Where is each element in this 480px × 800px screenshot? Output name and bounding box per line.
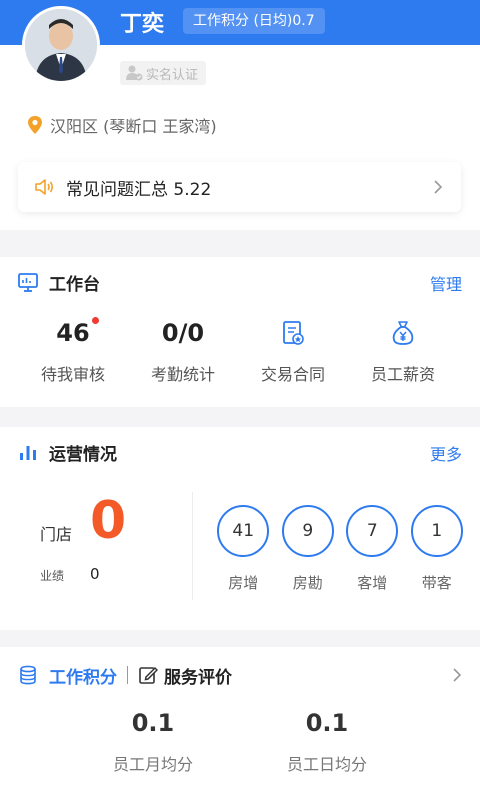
stat-value: 41	[217, 505, 270, 557]
workbench-item-salary[interactable]: 员工薪资	[348, 317, 458, 385]
store-value[interactable]: 0	[90, 491, 126, 551]
stat-house-added[interactable]: 41 房增	[211, 505, 276, 593]
profile-header: 丁奕 工作积分 (日均)0.7 实名认证 汉阳区 (琴断口 王家湾) 常见问题汇…	[0, 0, 480, 230]
stat-label: 房勘	[292, 574, 323, 592]
location-text: 汉阳区 (琴断口 王家湾)	[50, 117, 217, 136]
location-pin-icon	[28, 116, 42, 134]
score-monthly-avg[interactable]: 0.1 员工月均分	[68, 709, 238, 775]
more-link[interactable]: 更多	[430, 441, 462, 465]
tab-service-review[interactable]: 服务评价	[164, 663, 232, 688]
stat-label: 带客	[421, 574, 452, 592]
chevron-right-icon	[434, 180, 443, 194]
operations-stats: 41 房增 9 房勘 7 客增 1 带客	[211, 505, 469, 593]
database-icon	[20, 665, 36, 685]
workbench-items: 46 待我审核 0/0 考勤统计 交易合同 员工薪资	[0, 317, 480, 385]
user-verify-icon	[126, 65, 143, 81]
stat-house-survey[interactable]: 9 房勘	[276, 505, 341, 593]
chevron-right-icon[interactable]	[452, 667, 462, 683]
stat-client-added[interactable]: 7 客增	[340, 505, 405, 593]
stat-client-viewing[interactable]: 1 带客	[405, 505, 470, 593]
faq-text: 常见问题汇总 5.22	[66, 179, 212, 200]
operations-section: 运营情况 更多 门店 0 业绩 0 41 房增 9 房勘 7 客增 1 带客	[0, 427, 480, 630]
salary-label: 员工薪资	[370, 365, 435, 384]
score-tabs: 工作积分 服务评价	[0, 647, 480, 703]
store-label: 门店	[40, 525, 73, 544]
workbench-section: 工作台 管理 46 待我审核 0/0 考勤统计 交易合同 员工薪资	[0, 257, 480, 407]
edit-icon	[139, 666, 158, 684]
user-name: 丁奕	[120, 12, 165, 37]
score-label: 员工月均分	[112, 755, 193, 774]
score-daily-avg[interactable]: 0.1 员工日均分	[242, 709, 412, 775]
attendance-label: 考勤统计	[150, 365, 215, 384]
workbench-header: 工作台	[0, 257, 480, 307]
stat-value: 9	[281, 505, 334, 557]
performance-label: 业绩	[40, 569, 65, 583]
monitor-icon	[18, 273, 38, 292]
score-label: 员工日均分	[286, 755, 367, 774]
notification-badge	[92, 317, 99, 324]
score-value: 0.1	[305, 709, 349, 737]
workbench-item-attendance[interactable]: 0/0 考勤统计	[128, 317, 238, 385]
faq-card[interactable]: 常见问题汇总 5.22	[18, 162, 461, 212]
pending-review-count: 46	[56, 319, 90, 347]
pending-review-label: 待我审核	[40, 365, 105, 384]
score-value: 0.1	[131, 709, 175, 737]
workbench-title: 工作台	[49, 274, 100, 295]
speaker-icon	[35, 179, 54, 195]
stat-label: 客增	[357, 574, 388, 592]
operations-header: 运营情况	[0, 427, 480, 477]
performance-value: 0	[90, 565, 100, 583]
operations-title: 运营情况	[49, 444, 117, 465]
verify-badge[interactable]: 实名认证	[120, 61, 207, 85]
stat-value: 1	[410, 505, 463, 557]
stat-label: 房增	[228, 574, 259, 592]
stat-value: 7	[346, 505, 399, 557]
workbench-item-pending-review[interactable]: 46 待我审核	[18, 317, 128, 385]
daily-score-pill[interactable]: 工作积分 (日均)0.7	[183, 8, 325, 34]
bar-chart-icon	[20, 446, 36, 460]
attendance-count: 0/0	[161, 319, 205, 347]
contract-icon	[283, 321, 304, 345]
divider	[192, 492, 193, 600]
score-values: 0.1 员工月均分 0.1 员工日均分	[0, 709, 480, 775]
tab-work-score[interactable]: 工作积分	[49, 663, 117, 688]
verify-label: 实名认证	[146, 67, 199, 83]
tab-separator	[127, 666, 128, 684]
salary-icon	[392, 321, 414, 345]
manage-link[interactable]: 管理	[430, 271, 462, 295]
avatar[interactable]	[22, 6, 100, 84]
location: 汉阳区 (琴断口 王家湾)	[26, 113, 217, 137]
contract-label: 交易合同	[260, 365, 325, 384]
score-section: 工作积分 服务评价 0.1 员工月均分 0.1 员工日均分	[0, 647, 480, 800]
workbench-item-contract[interactable]: 交易合同	[238, 317, 348, 385]
